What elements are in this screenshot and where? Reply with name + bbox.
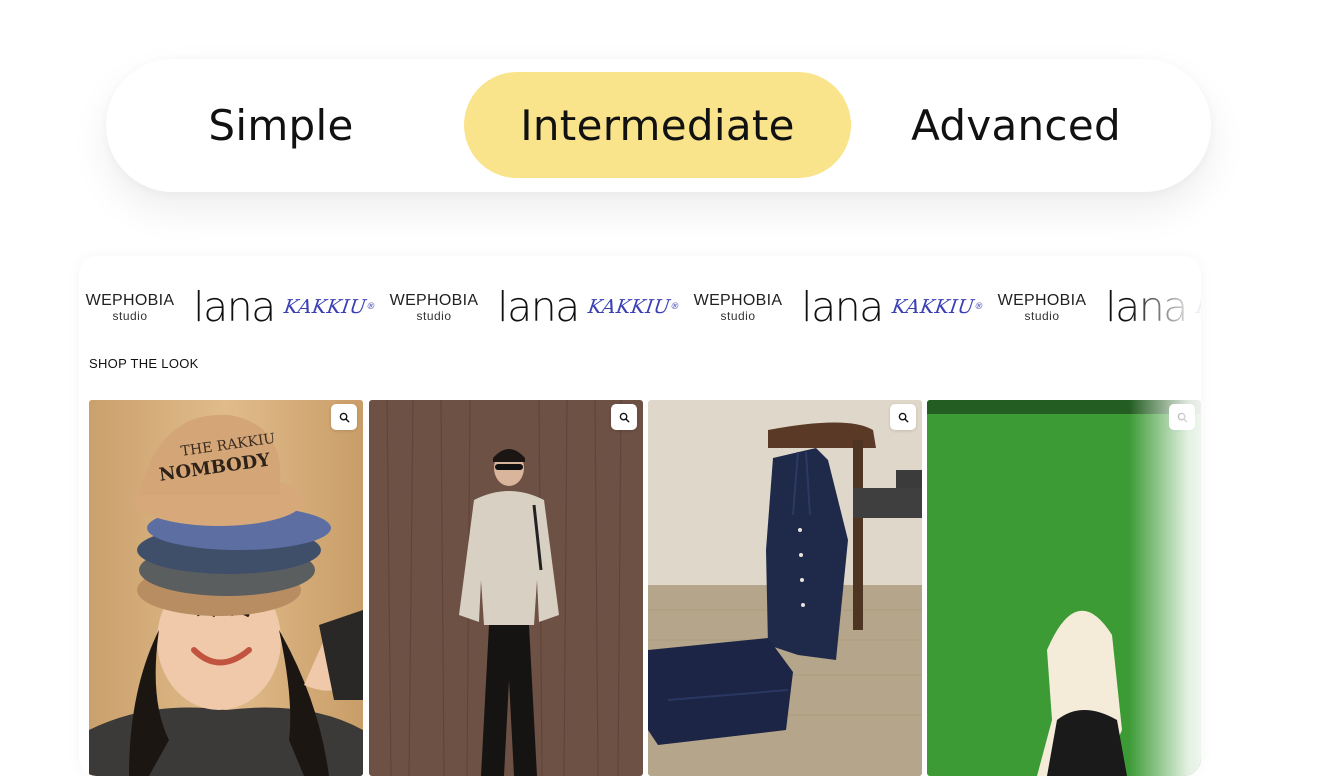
brand-name: WEPHOBIA [389,291,479,309]
brand-logo-wephobia[interactable]: WEPHOBIA studio [986,278,1098,336]
zoom-icon[interactable] [890,404,916,430]
brand-logo-wephobia[interactable]: WEPHOBIA studio [79,278,186,336]
registered-mark: ® [365,302,377,312]
brand-logo-kakkiu[interactable]: KAKKIU® [582,278,686,336]
brand-name: WEPHOBIA [693,291,783,309]
registered-mark: ® [669,302,681,312]
shirt-photo [369,400,643,776]
brand-logo-kakkiu[interactable]: KAKKIU® [886,278,990,336]
tab-simple[interactable]: Simple [176,72,386,178]
brand-logo-kakkiu[interactable]: KAKKIU® [278,278,382,336]
brand-name: KAKKIU [890,296,976,318]
mode-selector: Simple Intermediate Advanced [106,59,1211,192]
brand-name: WEPHOBIA [997,291,1087,309]
brand-logo-lana[interactable]: lana [186,278,282,336]
brand-name: WEPHOBIA [85,291,175,309]
zoom-icon[interactable] [331,404,357,430]
green-studio-photo [927,400,1201,776]
product-tile-caps[interactable]: THE RAKKIU NOMBODY [89,400,363,776]
brand-sub: studio [112,308,148,323]
brand-logo-lana[interactable]: lana [490,278,586,336]
pajama-photo [648,400,922,776]
zoom-icon[interactable] [611,404,637,430]
brand-sub: studio [1024,308,1060,323]
brand-name: KAKKIU [1194,296,1201,318]
brand-logo-lana[interactable]: lana [1098,278,1194,336]
product-grid: THE RAKKIU NOMBODY [89,270,1201,776]
brand-name: KAKKIU [282,296,368,318]
brand-logo-carousel[interactable]: WEPHOBIA studio lana KAKKIU ® WEPHOBIA studio l… [79,278,1201,336]
product-tile-green-look[interactable] [927,400,1201,776]
registered-mark: ® [973,302,985,312]
shop-the-look-widget: WEPHOBIA studio lana KAKKIU ® WEPHOBIA studio l… [79,256,1201,776]
brand-logo-lana[interactable]: lana [794,278,890,336]
caps-photo: THE RAKKIU NOMBODY [89,400,363,776]
tab-intermediate[interactable]: Intermediate [464,72,851,178]
brand-sub: studio [416,308,452,323]
brand-logo-wephobia[interactable]: WEPHOBIA studio [378,278,490,336]
tab-advanced[interactable]: Advanced [896,72,1136,178]
brand-name: KAKKIU [586,296,672,318]
brand-sub: studio [720,308,756,323]
product-tile-pajama-set[interactable] [648,400,922,776]
zoom-icon[interactable] [1169,404,1195,430]
product-tile-shirt[interactable] [369,400,643,776]
brand-logo-wephobia[interactable]: WEPHOBIA studio [682,278,794,336]
section-title: SHOP THE LOOK [89,356,199,371]
